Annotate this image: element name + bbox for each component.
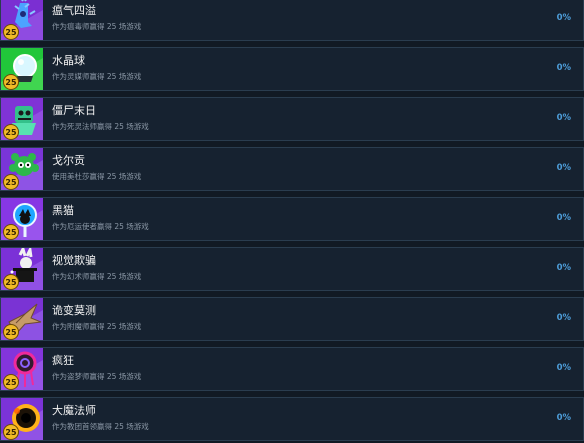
- achievement-badge: 25: [1, 348, 43, 390]
- achievement-percent: 0%: [556, 113, 571, 123]
- achievement-badge: 25: [1, 0, 43, 40]
- achievement-description: 作为灵媒师赢得 25 场游戏: [52, 72, 142, 81]
- level-badge: 25: [3, 124, 19, 140]
- achievement-badge: 25: [1, 48, 43, 90]
- achievement-description: 作为瘟毒师赢得 25 场游戏: [52, 22, 142, 31]
- achievement-title: 诡变莫测: [52, 304, 96, 317]
- achievement-row-5[interactable]: 25 黑猫 作为厄运使者赢得 25 场游戏 0%: [0, 197, 584, 241]
- achievement-percent: 0%: [556, 163, 571, 173]
- achievement-badge: 25: [1, 298, 43, 340]
- achievement-description: 作为盗梦师赢得 25 场游戏: [52, 372, 142, 381]
- achievement-title: 僵尸末日: [52, 104, 96, 117]
- achievement-row-3[interactable]: 25 僵尸末日 作为死灵法师赢得 25 场游戏 0%: [0, 97, 584, 141]
- achievement-title: 水晶球: [52, 54, 85, 67]
- achievement-row-4[interactable]: 25 戈尔贡 使用美杜莎赢得 25 场游戏 0%: [0, 147, 584, 191]
- level-badge: 25: [3, 24, 19, 40]
- level-badge: 25: [3, 424, 19, 440]
- level-badge: 25: [3, 324, 19, 340]
- achievement-badge: 25: [1, 248, 43, 290]
- achievement-badge: 25: [1, 98, 43, 140]
- achievement-description: 作为厄运使者赢得 25 场游戏: [52, 222, 149, 231]
- achievement-row-7[interactable]: 25 诡变莫测 作为附魔师赢得 25 场游戏 0%: [0, 297, 584, 341]
- achievement-percent: 0%: [556, 313, 571, 323]
- achievement-percent: 0%: [556, 363, 571, 373]
- level-badge: 25: [3, 224, 19, 240]
- achievement-description: 作为附魔师赢得 25 场游戏: [52, 322, 142, 331]
- achievement-badge: 25: [1, 148, 43, 190]
- achievement-description: 使用美杜莎赢得 25 场游戏: [52, 172, 142, 181]
- achievement-badge: 25: [1, 198, 43, 240]
- level-badge: 25: [3, 174, 19, 190]
- achievement-description: 作为教团首领赢得 25 场游戏: [52, 422, 149, 431]
- achievement-description: 作为死灵法师赢得 25 场游戏: [52, 122, 149, 131]
- achievement-title: 戈尔贡: [52, 154, 85, 167]
- achievement-description: 作为幻术师赢得 25 场游戏: [52, 272, 142, 281]
- level-badge: 25: [3, 274, 19, 290]
- level-badge: 25: [3, 74, 19, 90]
- achievement-list: 25 瘟气四溢 作为瘟毒师赢得 25 场游戏 0% 25 水晶球 作为灵媒师赢得…: [0, 0, 584, 443]
- achievement-title: 视觉欺骗: [52, 254, 96, 267]
- achievement-percent: 0%: [556, 213, 571, 223]
- achievement-row-6[interactable]: 25 视觉欺骗 作为幻术师赢得 25 场游戏 0%: [0, 247, 584, 291]
- achievement-title: 疯狂: [52, 354, 74, 367]
- achievement-row-8[interactable]: 25 疯狂 作为盗梦师赢得 25 场游戏 0%: [0, 347, 584, 391]
- achievement-title: 黑猫: [52, 204, 74, 217]
- level-badge: 25: [3, 374, 19, 390]
- achievement-row-9[interactable]: 25 大魔法师 作为教团首领赢得 25 场游戏 0%: [0, 397, 584, 441]
- achievement-percent: 0%: [556, 63, 571, 73]
- achievement-percent: 0%: [556, 413, 571, 423]
- achievement-badge: 25: [1, 398, 43, 440]
- achievement-percent: 0%: [556, 13, 571, 23]
- achievement-title: 大魔法师: [52, 404, 96, 417]
- achievement-percent: 0%: [556, 263, 571, 273]
- achievement-row-2[interactable]: 25 水晶球 作为灵媒师赢得 25 场游戏 0%: [0, 47, 584, 91]
- achievement-row-1[interactable]: 25 瘟气四溢 作为瘟毒师赢得 25 场游戏 0%: [0, 0, 584, 41]
- achievement-title: 瘟气四溢: [52, 4, 96, 17]
